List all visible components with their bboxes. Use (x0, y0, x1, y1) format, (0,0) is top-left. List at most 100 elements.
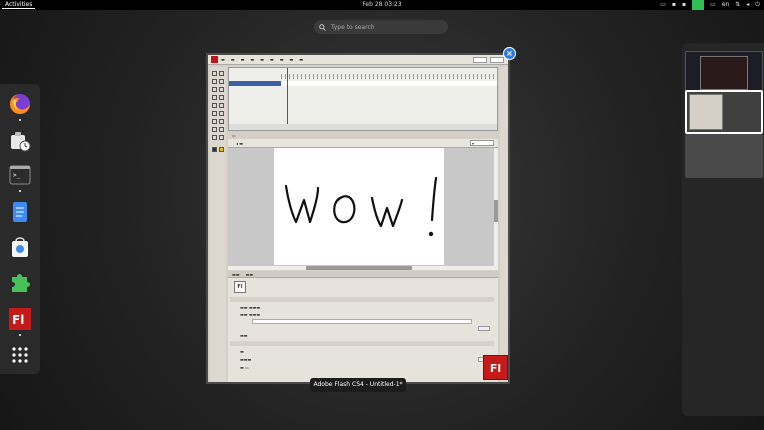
horizontal-scrollbar[interactable] (228, 266, 498, 270)
menu-item[interactable]: ▬ (260, 57, 264, 62)
terminal-icon: >_ (9, 165, 31, 185)
app-indicator-icon: ▪ (671, 1, 676, 8)
subselection-tool-icon[interactable] (219, 71, 224, 76)
properties-section-header[interactable] (230, 341, 494, 346)
fill-color-swatch[interactable] (219, 147, 224, 152)
flash-badge-icon: Fl (483, 355, 508, 380)
app-indicator-icon-2: ▪ (681, 1, 687, 8)
pencil-tool-icon[interactable] (219, 103, 224, 108)
pasteboard (228, 148, 494, 266)
profile-edit-button[interactable] (478, 326, 490, 331)
brush-tool-icon[interactable] (212, 111, 217, 116)
mini-window (700, 56, 748, 90)
network-icon: ⇅ (735, 1, 741, 8)
menu-bar: ▬ ▬ ▬ ▬ ▬ ▬ ▬ ▬ ▬ (208, 55, 508, 65)
svg-text:Fl: Fl (12, 313, 24, 327)
dock-item-software[interactable] (7, 234, 33, 260)
air-settings-row: ▬▬ (240, 333, 248, 338)
document-tab[interactable]: ▭ (228, 132, 498, 139)
tab-library[interactable]: ▬▬ (246, 271, 254, 277)
dock-item-firefox[interactable] (7, 91, 33, 117)
text-editor-icon (13, 202, 27, 222)
fps-row: ▬ (240, 349, 244, 354)
workspace-thumbnails (682, 43, 764, 416)
mini-window (689, 94, 723, 130)
line-tool-icon[interactable] (219, 95, 224, 100)
stroke-color-swatch[interactable] (212, 147, 217, 152)
running-indicator (19, 334, 21, 336)
workspace-thumbnail-2[interactable] (685, 90, 763, 134)
timeline-footer (229, 124, 497, 130)
dock-item-software-updater[interactable] (7, 128, 33, 154)
window-title-label: Adobe Flash CS4 - Untitled-1* (310, 378, 406, 392)
menu-item[interactable]: ▬ (299, 57, 303, 62)
lasso-tool-icon[interactable] (212, 87, 217, 92)
layer-row[interactable] (229, 81, 497, 86)
menu-item[interactable]: ▬ (221, 57, 225, 62)
menu-item[interactable]: ▬ (280, 57, 284, 62)
dock-item-adobe-flash[interactable]: Fl (7, 306, 33, 332)
rectangle-tool-icon[interactable] (212, 103, 217, 108)
tools-panel (210, 67, 226, 382)
playhead[interactable] (287, 68, 288, 128)
tab-properties[interactable]: ▬▬ (232, 271, 240, 277)
free-transform-tool-icon[interactable] (212, 79, 217, 84)
menu-item[interactable]: ▬ (270, 57, 274, 62)
menu-item[interactable]: ▬ (289, 57, 293, 62)
stage-color-row[interactable]: ▬ ▭ (240, 365, 249, 370)
3d-rotation-tool-icon[interactable] (219, 79, 224, 84)
dock-item-terminal[interactable]: >_ (7, 162, 33, 188)
volume-icon: ◂ (746, 1, 750, 8)
window-indicator-icon: ▭ (710, 1, 716, 8)
show-applications-button[interactable] (7, 342, 33, 368)
status-indicator[interactable] (692, 0, 705, 10)
input-language[interactable]: en (722, 0, 730, 10)
eraser-tool-icon[interactable] (219, 127, 224, 132)
close-window-button[interactable]: × (503, 47, 516, 60)
running-indicator (19, 190, 21, 192)
wow-drawing (284, 176, 438, 237)
edit-bar: ◂ ▬ ▾ (228, 139, 498, 148)
workspace-thumbnail-1[interactable] (685, 51, 763, 95)
script-row: ▬▬ ▬▬▬ (240, 312, 261, 317)
workspace-thumbnail-3[interactable] (685, 134, 763, 178)
hand-tool-icon[interactable] (212, 135, 217, 140)
record-indicator-icon: ▭ (660, 1, 666, 8)
timeline-panel[interactable] (228, 67, 498, 131)
menu-item[interactable]: ▬ (241, 57, 245, 62)
help-search-field[interactable] (490, 56, 504, 63)
search-input[interactable]: Type to search (314, 20, 448, 34)
text-tool-icon[interactable] (212, 95, 217, 100)
deco-tool-icon[interactable] (219, 111, 224, 116)
publish-section-header[interactable] (230, 297, 494, 302)
menu-item[interactable]: ▬ (231, 57, 235, 62)
zoom-tool-icon[interactable] (219, 135, 224, 140)
class-field[interactable] (252, 319, 472, 324)
pen-tool-icon[interactable] (219, 87, 224, 92)
zoom-dropdown[interactable]: ▾ (470, 140, 494, 146)
software-update-icon (11, 132, 31, 152)
properties-panel: ▬▬ ▬▬ Fl ▬▬ ▬▬▬ ▬▬ ▬▬▬ ▬▬ ▬ ▬▬▬ ▬ ▭ (228, 271, 498, 382)
eyedropper-tool-icon[interactable] (212, 127, 217, 132)
vertical-scrollbar[interactable] (494, 148, 498, 266)
software-store-icon (12, 237, 28, 257)
scene-breadcrumb[interactable]: ◂ ▬ (236, 141, 243, 146)
window-preview[interactable]: ▬ ▬ ▬ ▬ ▬ ▬ ▬ ▬ ▬ ▭ ◂ ▬ ▾ ▬▬ ▬▬ Fl ▬▬ ▬▬… (206, 53, 510, 384)
dock-item-extensions[interactable] (7, 269, 33, 295)
stage[interactable] (274, 148, 444, 265)
power-icon: ⏻ (755, 1, 760, 8)
document-icon: Fl (234, 281, 246, 293)
firefox-icon (10, 94, 30, 114)
svg-text:>_: >_ (13, 172, 21, 179)
running-indicator (19, 119, 21, 121)
flash-logo-icon (211, 56, 218, 63)
workspace-switcher[interactable] (473, 56, 487, 63)
paint-bucket-tool-icon[interactable] (219, 119, 224, 124)
clock[interactable]: Feb 28 03:23 (0, 0, 764, 10)
bone-tool-icon[interactable] (212, 119, 217, 124)
system-tray[interactable]: ▭ ▪ ▪ ▭ en ⇅ ◂ ⏻ (660, 0, 760, 10)
menu-item[interactable]: ▬ (250, 57, 254, 62)
dock-item-text-editor[interactable] (7, 199, 33, 225)
search-placeholder: Type to search (331, 23, 375, 31)
selection-tool-icon[interactable] (212, 71, 217, 76)
